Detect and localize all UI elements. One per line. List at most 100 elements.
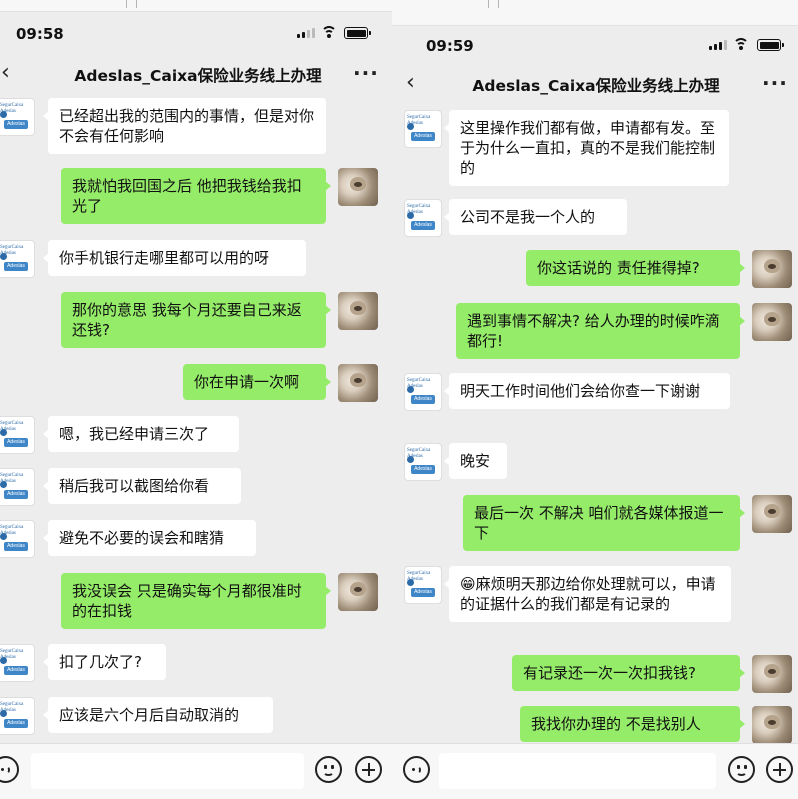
chat-screenshot-left: 09:58 ‹ Adeslas_Caixa保险业务线上办理 ··· SegurC… bbox=[0, 0, 392, 799]
agent-logo-badge: Adeslas bbox=[411, 395, 435, 404]
message-bubble[interactable]: 嗯，我已经申请三次了 bbox=[43, 416, 239, 452]
agent-logo-badge: Adeslas bbox=[4, 490, 28, 499]
message-bubble[interactable]: 晚安 bbox=[444, 443, 507, 479]
wifi-icon bbox=[321, 26, 337, 38]
status-time: 09:59 bbox=[426, 37, 474, 55]
message-bubble[interactable]: 你在申请一次啊 bbox=[183, 364, 331, 400]
emoji-icon[interactable] bbox=[315, 756, 342, 783]
emoji-icon[interactable] bbox=[728, 756, 755, 783]
agent-logo-badge: Adeslas bbox=[4, 542, 28, 551]
agent-avatar[interactable]: SegurCaixa Adeslas Adeslas bbox=[0, 98, 35, 136]
agent-logo-text: SegurCaixa Adeslas bbox=[407, 204, 431, 215]
message-bubble[interactable]: 避免不必要的误会和瞎猜 bbox=[43, 520, 256, 556]
message-incoming: SegurCaixa Adeslas Adeslas 扣了几次了? bbox=[0, 644, 166, 682]
agent-logo-badge: Adeslas bbox=[411, 588, 435, 597]
message-outgoing: 那你的意思 我每个月还要自己来返还钱? bbox=[61, 292, 378, 348]
user-avatar[interactable] bbox=[338, 364, 378, 402]
more-dots-icon[interactable]: ··· bbox=[762, 71, 788, 95]
agent-logo-badge: Adeslas bbox=[4, 438, 28, 447]
agent-logo-badge: Adeslas bbox=[411, 465, 435, 474]
message-bubble[interactable]: 最后一次 不解决 咱们就各媒体报道一下 bbox=[463, 495, 745, 551]
message-incoming: SegurCaixa Adeslas Adeslas 嗯，我已经申请三次了 bbox=[0, 416, 239, 454]
message-outgoing: 我找你办理的 不是找别人 bbox=[520, 706, 792, 744]
user-avatar[interactable] bbox=[752, 250, 792, 288]
agent-avatar[interactable]: SegurCaixa Adeslas Adeslas bbox=[0, 697, 35, 735]
message-incoming: SegurCaixa Adeslas Adeslas 😁麻烦明天那边给你处理就可… bbox=[404, 566, 731, 622]
user-avatar[interactable] bbox=[752, 303, 792, 341]
message-bubble[interactable]: 应该是六个月后自动取消的 bbox=[43, 697, 273, 733]
strip-divider bbox=[126, 0, 127, 8]
status-time: 09:58 bbox=[16, 25, 64, 43]
input-bar bbox=[0, 743, 392, 799]
message-outgoing: 我没误会 只是确实每个月都很准时的在扣钱 bbox=[61, 573, 378, 629]
agent-avatar[interactable]: SegurCaixa Adeslas Adeslas bbox=[404, 373, 442, 411]
message-bubble[interactable]: 已经超出我的范围内的事情，但是对你不会有任何影响 bbox=[43, 98, 326, 154]
message-bubble[interactable]: 😁麻烦明天那边给你处理就可以，申请的证据什么的我们都是有记录的 bbox=[444, 566, 731, 622]
agent-logo-badge: Adeslas bbox=[4, 120, 28, 129]
message-incoming: SegurCaixa Adeslas Adeslas 稍后我可以截图给你看 bbox=[0, 468, 241, 506]
message-incoming: SegurCaixa Adeslas Adeslas 晚安 bbox=[404, 443, 507, 481]
agent-logo-text: SegurCaixa Adeslas bbox=[0, 103, 24, 114]
agent-avatar[interactable]: SegurCaixa Adeslas Adeslas bbox=[404, 566, 442, 604]
user-avatar[interactable] bbox=[752, 706, 792, 744]
message-bubble[interactable]: 你这话说的 责任推得掉? bbox=[526, 250, 745, 286]
agent-logo-text: SegurCaixa Adeslas bbox=[0, 421, 24, 432]
agent-avatar[interactable]: SegurCaixa Adeslas Adeslas bbox=[404, 199, 442, 237]
agent-logo-text: SegurCaixa Adeslas bbox=[407, 448, 431, 459]
agent-logo-text: SegurCaixa Adeslas bbox=[0, 525, 24, 536]
message-bubble[interactable]: 这里操作我们都有做，申请都有发。至于为什么一直扣，真的不是我们能控制的 bbox=[444, 110, 729, 186]
voice-icon[interactable] bbox=[0, 756, 19, 783]
agent-logo-text: SegurCaixa Adeslas bbox=[407, 115, 431, 126]
message-input[interactable] bbox=[439, 753, 716, 789]
agent-avatar[interactable]: SegurCaixa Adeslas Adeslas bbox=[404, 443, 442, 481]
message-input[interactable] bbox=[31, 753, 304, 789]
message-incoming: SegurCaixa Adeslas Adeslas 避免不必要的误会和瞎猜 bbox=[0, 520, 256, 558]
message-bubble[interactable]: 公司不是我一个人的 bbox=[444, 199, 627, 235]
message-bubble[interactable]: 扣了几次了? bbox=[43, 644, 166, 680]
agent-logo-text: SegurCaixa Adeslas bbox=[0, 245, 24, 256]
plus-icon[interactable] bbox=[766, 756, 793, 783]
user-avatar[interactable] bbox=[338, 573, 378, 611]
user-avatar[interactable] bbox=[752, 495, 792, 533]
user-avatar[interactable] bbox=[338, 292, 378, 330]
user-avatar[interactable] bbox=[752, 655, 792, 693]
more-dots-icon[interactable]: ··· bbox=[353, 61, 379, 85]
agent-logo-badge: Adeslas bbox=[411, 132, 435, 141]
agent-logo-badge: Adeslas bbox=[4, 719, 28, 728]
message-bubble[interactable]: 我没误会 只是确实每个月都很准时的在扣钱 bbox=[61, 573, 331, 629]
agent-logo-text: SegurCaixa Adeslas bbox=[0, 473, 24, 484]
user-avatar[interactable] bbox=[338, 168, 378, 206]
agent-avatar[interactable]: SegurCaixa Adeslas Adeslas bbox=[0, 644, 35, 682]
message-bubble[interactable]: 遇到事情不解决? 给人办理的时候咋滴都行! bbox=[456, 303, 745, 359]
message-bubble[interactable]: 我就怕我回国之后 他把我钱给我扣光了 bbox=[61, 168, 331, 224]
agent-avatar[interactable]: SegurCaixa Adeslas Adeslas bbox=[0, 468, 35, 506]
agent-avatar[interactable]: SegurCaixa Adeslas Adeslas bbox=[0, 416, 35, 454]
wifi-icon bbox=[733, 38, 749, 50]
message-bubble[interactable]: 你手机银行走哪里都可以用的呀 bbox=[43, 240, 306, 276]
battery-icon bbox=[757, 39, 784, 51]
message-bubble[interactable]: 那你的意思 我每个月还要自己来返还钱? bbox=[61, 292, 331, 348]
strip-divider bbox=[498, 0, 499, 8]
input-bar bbox=[392, 743, 798, 799]
message-outgoing: 最后一次 不解决 咱们就各媒体报道一下 bbox=[463, 495, 792, 551]
agent-avatar[interactable]: SegurCaixa Adeslas Adeslas bbox=[0, 520, 35, 558]
message-bubble[interactable]: 有记录还一次一次扣我钱? bbox=[512, 655, 745, 691]
plus-icon[interactable] bbox=[355, 756, 382, 783]
agent-logo-text: SegurCaixa Adeslas bbox=[407, 378, 431, 389]
message-incoming: SegurCaixa Adeslas Adeslas 你手机银行走哪里都可以用的… bbox=[0, 240, 306, 278]
message-outgoing: 遇到事情不解决? 给人办理的时候咋滴都行! bbox=[456, 303, 792, 359]
message-incoming: SegurCaixa Adeslas Adeslas 已经超出我的范围内的事情，… bbox=[0, 98, 326, 154]
agent-avatar[interactable]: SegurCaixa Adeslas Adeslas bbox=[404, 110, 442, 148]
agent-avatar[interactable]: SegurCaixa Adeslas Adeslas bbox=[0, 240, 35, 278]
chat-title: Adeslas_Caixa保险业务线上办理 bbox=[472, 77, 720, 95]
agent-logo-text: SegurCaixa Adeslas bbox=[0, 702, 24, 713]
message-outgoing: 我就怕我回国之后 他把我钱给我扣光了 bbox=[61, 168, 378, 224]
message-bubble[interactable]: 稍后我可以截图给你看 bbox=[43, 468, 241, 504]
agent-logo-badge: Adeslas bbox=[4, 666, 28, 675]
message-bubble[interactable]: 我找你办理的 不是找别人 bbox=[520, 706, 745, 742]
voice-icon[interactable] bbox=[403, 756, 430, 783]
message-incoming: SegurCaixa Adeslas Adeslas 这里操作我们都有做，申请都… bbox=[404, 110, 729, 186]
agent-logo-text: SegurCaixa Adeslas bbox=[407, 571, 431, 582]
agent-logo-text: SegurCaixa Adeslas bbox=[0, 649, 24, 660]
message-bubble[interactable]: 明天工作时间他们会给你查一下谢谢 bbox=[444, 373, 730, 409]
